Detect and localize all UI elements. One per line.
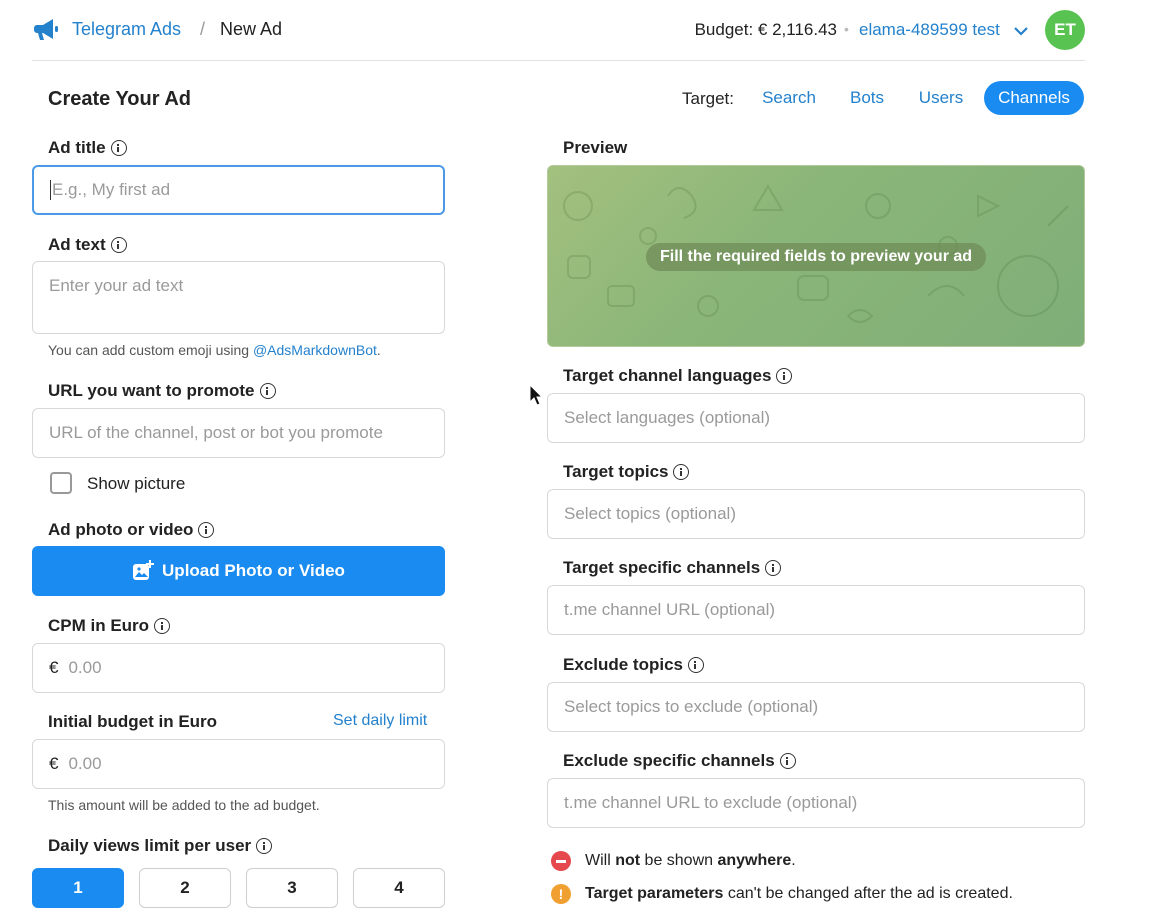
- minus-circle-icon: [551, 851, 571, 871]
- topics-label: Target topics: [563, 462, 690, 482]
- exclude-channels-input[interactable]: t.me channel URL to exclude (optional): [547, 778, 1085, 828]
- channels-label: Target specific channels: [563, 558, 782, 578]
- separator-dot: •: [844, 21, 849, 37]
- brand-link[interactable]: Telegram Ads: [72, 19, 181, 40]
- info-icon[interactable]: [776, 368, 793, 384]
- chevron-down-icon[interactable]: [1013, 24, 1029, 38]
- topics-select[interactable]: Select topics (optional): [547, 489, 1085, 539]
- info-icon[interactable]: [765, 560, 782, 576]
- tab-bots[interactable]: Bots: [838, 81, 896, 115]
- budget-hint: This amount will be added to the ad budg…: [48, 797, 320, 813]
- exclude-topics-select[interactable]: Select topics to exclude (optional): [547, 682, 1085, 732]
- tab-search[interactable]: Search: [750, 81, 828, 115]
- tab-channels[interactable]: Channels: [984, 81, 1084, 115]
- preview-message: Fill the required fields to preview your…: [646, 243, 986, 271]
- channels-input[interactable]: t.me channel URL (optional): [547, 585, 1085, 635]
- breadcrumb-current: New Ad: [220, 19, 283, 39]
- ad-preview: Fill the required fields to preview your…: [547, 165, 1085, 347]
- mouse-cursor-icon: [529, 384, 543, 406]
- ad-text-label: Ad text: [48, 235, 127, 255]
- info-icon[interactable]: [198, 522, 215, 538]
- info-icon[interactable]: [256, 838, 273, 854]
- upload-photo-button[interactable]: Upload Photo or Video: [32, 546, 445, 596]
- url-input[interactable]: URL of the channel, post or bot you prom…: [32, 408, 445, 458]
- info-icon[interactable]: [673, 464, 690, 480]
- ad-title-label: Ad title: [48, 138, 127, 158]
- info-icon[interactable]: [110, 237, 127, 253]
- views-label: Daily views limit per user: [48, 836, 273, 856]
- account-switcher[interactable]: elama-489599 test: [859, 20, 1000, 40]
- info-icon[interactable]: [110, 140, 127, 156]
- text-caret: [50, 180, 51, 200]
- megaphone-icon: [34, 19, 58, 40]
- not-shown-warning: Will not be shown anywhere.: [551, 851, 796, 871]
- ads-markdown-bot-link[interactable]: @AdsMarkdownBot: [253, 342, 377, 358]
- exclamation-icon: !: [551, 884, 571, 904]
- preview-label: Preview: [563, 138, 628, 157]
- url-label: URL you want to promote: [48, 381, 276, 401]
- target-label: Target:: [682, 89, 734, 108]
- views-option-1[interactable]: 1: [32, 868, 124, 908]
- top-header: Telegram Ads / New Ad Budget: € 2,116.43…: [32, 0, 1085, 61]
- views-option-2[interactable]: 2: [139, 868, 231, 908]
- info-icon[interactable]: [259, 383, 276, 399]
- avatar[interactable]: ET: [1045, 10, 1085, 50]
- exclude-channels-label: Exclude specific channels: [563, 751, 796, 771]
- breadcrumb-separator: /: [200, 19, 206, 39]
- show-picture-label[interactable]: Show picture: [87, 474, 185, 494]
- photo-label: Ad photo or video: [48, 520, 215, 540]
- emoji-hint: You can add custom emoji using @AdsMarkd…: [48, 342, 381, 358]
- info-icon[interactable]: [154, 618, 171, 634]
- ad-text-input[interactable]: Enter your ad text: [32, 261, 445, 334]
- budget-display: Budget: € 2,116.43: [694, 20, 837, 39]
- exclude-topics-label: Exclude topics: [563, 655, 704, 675]
- languages-label: Target channel languages: [563, 366, 793, 386]
- set-daily-limit-link[interactable]: Set daily limit: [333, 712, 427, 730]
- views-option-3[interactable]: 3: [246, 868, 338, 908]
- budget-input[interactable]: € 0.00: [32, 739, 445, 789]
- info-icon[interactable]: [779, 753, 796, 769]
- cpm-input[interactable]: € 0.00: [32, 643, 445, 693]
- budget-label: Initial budget in Euro: [48, 712, 218, 731]
- info-icon[interactable]: [687, 657, 704, 673]
- tab-users[interactable]: Users: [906, 81, 976, 115]
- ad-title-input[interactable]: E.g., My first ad: [32, 165, 445, 215]
- cpm-label: CPM in Euro: [48, 616, 171, 636]
- views-option-4[interactable]: 4: [353, 868, 445, 908]
- target-params-warning: ! Target parameters can't be changed aft…: [551, 884, 1013, 904]
- page-title: Create Your Ad: [48, 88, 191, 110]
- add-photo-icon: [133, 560, 155, 580]
- languages-select[interactable]: Select languages (optional): [547, 393, 1085, 443]
- show-picture-checkbox[interactable]: [50, 472, 72, 494]
